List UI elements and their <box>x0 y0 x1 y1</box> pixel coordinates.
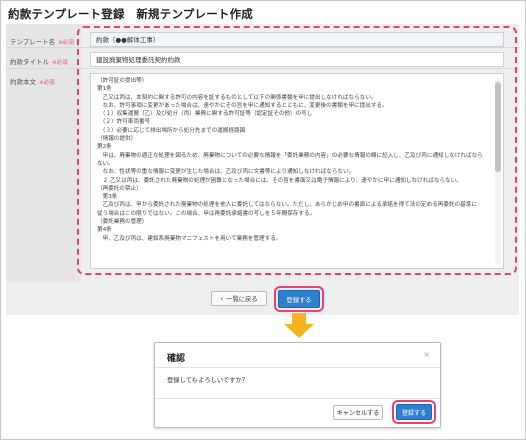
label-text: 約款タイトル <box>10 58 49 66</box>
register-button[interactable]: 登録する <box>274 286 324 312</box>
dialog-cancel-button[interactable]: キャンセルする <box>333 405 383 420</box>
dialog-header-divider <box>155 367 440 368</box>
required-badge: ※必須 <box>58 40 74 46</box>
required-badge: ※必須 <box>39 80 55 86</box>
back-to-list-label: 一覧に戻る <box>226 296 258 303</box>
page-title: 約款テンプレート登録 新規テンプレート作成 <box>8 7 254 21</box>
back-to-list-button[interactable]: ‹ 一覧に戻る <box>211 291 267 306</box>
highlight-dashed-frame <box>77 26 517 275</box>
confirm-dialog: 確認 × 登録してもよろしいですか？ キャンセルする 登録する <box>154 342 441 428</box>
down-arrow-icon <box>284 313 314 338</box>
dialog-register-button[interactable]: 登録する <box>392 400 436 424</box>
chevron-left-icon: ‹ <box>220 294 224 303</box>
dialog-message: 登録してもよろしいですか？ <box>167 377 249 384</box>
template-name-label: テンプレート名 ※必須 <box>10 36 74 46</box>
label-text: テンプレート名 <box>10 38 56 46</box>
dialog-footer-divider <box>155 398 440 399</box>
required-badge: ※必須 <box>52 60 68 66</box>
close-icon[interactable]: × <box>423 350 430 359</box>
dialog-title: 確認 <box>167 354 186 364</box>
contract-body-label: 約款本文 ※必須 <box>10 76 55 86</box>
contract-title-label: 約款タイトル ※必須 <box>10 56 68 66</box>
label-text: 約款本文 <box>10 78 36 86</box>
